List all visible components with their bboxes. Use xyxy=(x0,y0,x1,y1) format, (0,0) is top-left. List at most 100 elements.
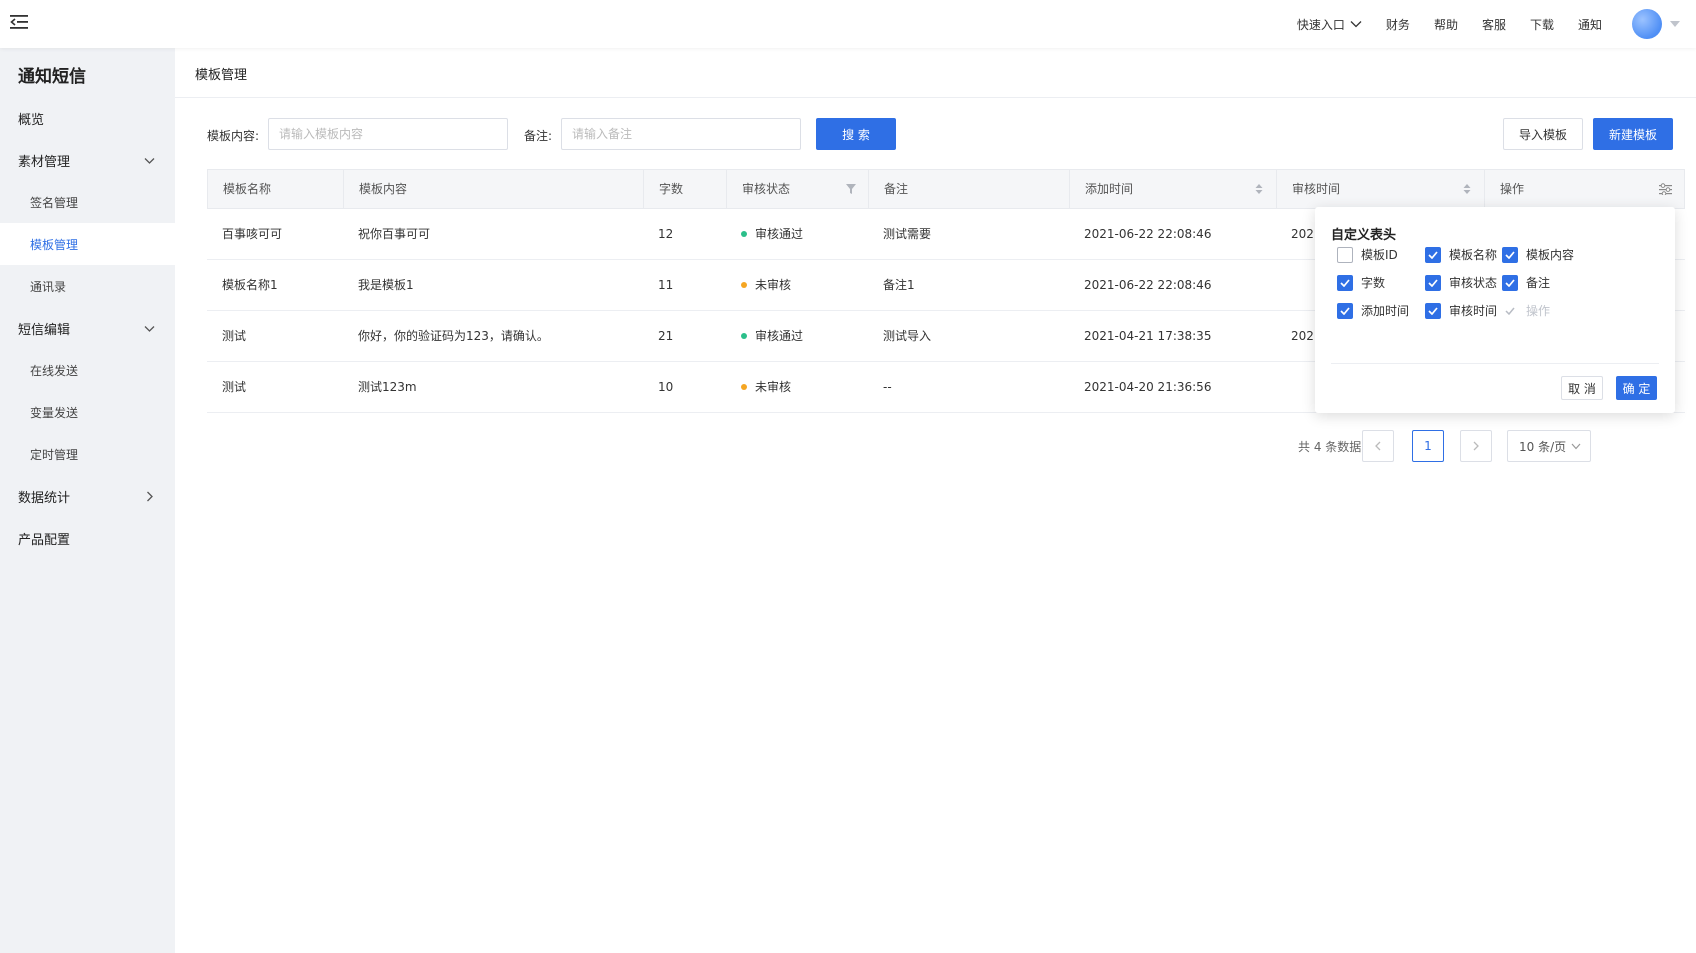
column-option-label: 备注 xyxy=(1526,276,1551,290)
checkbox-icon[interactable] xyxy=(1425,302,1441,319)
column-option[interactable]: 模板内容 xyxy=(1502,246,1574,263)
sidebar-item-label: 短信编辑 xyxy=(18,322,71,338)
column-option-label: 操作 xyxy=(1526,304,1551,318)
avatar[interactable] xyxy=(1632,9,1662,39)
cell-content-text: 你好，你的验证码为123，请确认。 xyxy=(358,329,549,343)
checkbox-icon[interactable] xyxy=(1337,302,1353,319)
content-search-input[interactable] xyxy=(268,118,508,150)
pagination-page-current[interactable]: 1 xyxy=(1412,430,1444,462)
sidebar-item-schedule[interactable]: 定时管理 xyxy=(0,433,175,475)
column-header-remark: 备注 xyxy=(869,170,1070,208)
sidebar-item-label: 产品配置 xyxy=(18,532,71,548)
sidebar-item-label: 在线发送 xyxy=(30,363,79,378)
chevron-down-icon xyxy=(1571,443,1581,450)
sidebar-item-product-config[interactable]: 产品配置 xyxy=(0,517,175,559)
cell-status-text: 未审核 xyxy=(755,380,792,394)
column-option[interactable]: 审核状态 xyxy=(1425,274,1497,291)
column-header-status: 审核状态 xyxy=(727,170,869,208)
cell-added-time-text: 2021-06-22 22:08:46 xyxy=(1084,278,1212,292)
cell-name: 百事咳可可 xyxy=(207,209,343,259)
caret-down-icon[interactable] xyxy=(1670,21,1680,27)
nav-service[interactable]: 客服 xyxy=(1482,16,1506,33)
header-divider xyxy=(175,97,1696,98)
sidebar-item-signature[interactable]: 签名管理 xyxy=(0,181,175,223)
column-picker-popover: 自定义表头 模板ID 模板名称 模板内容 字数 审核状态 备注 添加时间 审核时间 操作 取 消… xyxy=(1315,207,1675,413)
cell-count-text: 11 xyxy=(658,278,674,292)
checkbox-icon[interactable] xyxy=(1337,246,1353,263)
column-option[interactable]: 审核时间 xyxy=(1425,302,1497,319)
checkbox-icon xyxy=(1502,303,1518,319)
menu-fold-icon[interactable] xyxy=(10,14,30,30)
cell-content: 你好，你的验证码为123，请确认。 xyxy=(343,311,643,361)
cell-count: 21 xyxy=(643,311,726,361)
sidebar-item-label: 签名管理 xyxy=(30,195,79,210)
checkbox-icon[interactable] xyxy=(1337,274,1353,291)
cell-name: 模板名称1 xyxy=(207,260,343,310)
sidebar-item-materials[interactable]: 素材管理 xyxy=(0,139,175,181)
cell-content-text: 我是模板1 xyxy=(358,278,414,292)
column-settings-icon[interactable] xyxy=(1659,183,1672,195)
sort-icon[interactable] xyxy=(1462,183,1472,195)
checkbox-icon[interactable] xyxy=(1425,246,1441,263)
sidebar-item-online-send[interactable]: 在线发送 xyxy=(0,349,175,391)
status-dot-icon xyxy=(741,230,747,237)
nav-help[interactable]: 帮助 xyxy=(1434,16,1458,33)
sidebar-item-contacts[interactable]: 通讯录 xyxy=(0,265,175,307)
cell-status: 审核通过 xyxy=(726,311,868,361)
sidebar-item-overview[interactable]: 概览 xyxy=(0,97,175,139)
checkbox-icon[interactable] xyxy=(1502,274,1518,291)
column-option[interactable]: 模板ID xyxy=(1337,246,1398,263)
create-template-button[interactable]: 新建模板 xyxy=(1593,118,1673,150)
cell-remark-text: 测试导入 xyxy=(883,329,932,343)
cell-content: 祝你百事可可 xyxy=(343,209,643,259)
import-template-button[interactable]: 导入模板 xyxy=(1503,118,1583,150)
column-option[interactable]: 字数 xyxy=(1337,274,1385,291)
cell-remark: -- xyxy=(868,362,1069,412)
cell-added-time-text: 2021-06-22 22:08:46 xyxy=(1084,227,1212,241)
page-title: 模板管理 xyxy=(195,68,248,83)
cell-content: 测试123m xyxy=(343,362,643,412)
chevron-down-icon xyxy=(144,326,155,332)
sidebar-item-label: 素材管理 xyxy=(18,154,71,170)
status-dot-icon xyxy=(741,383,747,390)
nav-download[interactable]: 下载 xyxy=(1530,16,1554,33)
column-option: 操作 xyxy=(1502,302,1550,319)
confirm-button[interactable]: 确 定 xyxy=(1616,376,1657,400)
cell-status: 未审核 xyxy=(726,260,868,310)
pagination-next-button[interactable] xyxy=(1460,430,1492,462)
cell-content-text: 祝你百事可可 xyxy=(358,227,431,241)
column-option-label: 添加时间 xyxy=(1361,304,1410,318)
content-filter-label: 模板内容: xyxy=(207,129,260,143)
status-dot-icon xyxy=(741,332,747,339)
nav-finance[interactable]: 财务 xyxy=(1386,16,1410,33)
chevron-down-icon xyxy=(1350,21,1362,28)
checkbox-icon[interactable] xyxy=(1502,246,1518,263)
remark-search-input[interactable] xyxy=(561,118,801,150)
pagination-total: 共 4 条数据 xyxy=(1298,440,1362,454)
column-header-review-time: 审核时间 xyxy=(1277,170,1485,208)
nav-quick-entry[interactable]: 快速入口 xyxy=(1297,16,1362,33)
sidebar-item-label: 定时管理 xyxy=(30,447,79,462)
search-button[interactable]: 搜 索 xyxy=(816,118,896,150)
cell-name-text: 测试 xyxy=(222,380,247,394)
cell-name: 测试 xyxy=(207,311,343,361)
top-nav: 快速入口 财务 帮助 客服 下载 通知 xyxy=(1297,0,1696,48)
sidebar-item-variable-send[interactable]: 变量发送 xyxy=(0,391,175,433)
column-option[interactable]: 备注 xyxy=(1502,274,1550,291)
pagination-prev-button[interactable] xyxy=(1362,430,1394,462)
page-size-select[interactable]: 10 条/页 xyxy=(1507,430,1591,462)
sidebar-item-templates[interactable]: 模板管理 xyxy=(0,223,175,265)
cell-content: 我是模板1 xyxy=(343,260,643,310)
table-header: 模板名称 模板内容 字数 审核状态 备注 添加时间 审核时间 操作 xyxy=(207,169,1685,209)
sidebar-item-statistics[interactable]: 数据统计 xyxy=(0,475,175,517)
column-header-name: 模板名称 xyxy=(208,170,344,208)
sort-icon[interactable] xyxy=(1254,183,1264,195)
cell-added-time: 2021-04-20 21:36:56 xyxy=(1069,362,1276,412)
filter-icon[interactable] xyxy=(846,183,856,195)
checkbox-icon[interactable] xyxy=(1425,274,1441,291)
column-option[interactable]: 模板名称 xyxy=(1425,246,1497,263)
sidebar-item-sms-edit[interactable]: 短信编辑 xyxy=(0,307,175,349)
column-option[interactable]: 添加时间 xyxy=(1337,302,1409,319)
nav-notice[interactable]: 通知 xyxy=(1578,16,1602,33)
cancel-button[interactable]: 取 消 xyxy=(1561,376,1603,400)
